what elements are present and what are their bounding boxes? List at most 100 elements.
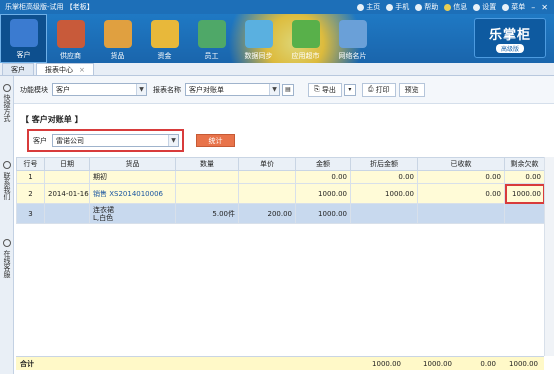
customer-icon xyxy=(9,19,38,47)
row-price xyxy=(238,183,296,204)
customer-select[interactable]: 雷诺公司 ▼ xyxy=(52,134,179,147)
top-nav: 主页 手机 帮助 信息 设置 菜单 – ✕ xyxy=(353,0,554,14)
row-date xyxy=(44,203,90,224)
app-title: 乐掌柜高级版-试用 【老板】 xyxy=(5,3,94,11)
export-button[interactable]: ⎘ 导出 xyxy=(308,82,342,97)
ribbon-supplier[interactable]: 供应商 xyxy=(47,14,94,63)
phone-icon xyxy=(386,3,394,11)
print-button[interactable]: ⎙ 打印 xyxy=(361,82,396,97)
row-date xyxy=(44,170,90,184)
row-date: 2014-01-16 xyxy=(44,183,90,204)
ribbon-goods[interactable]: 货品 xyxy=(94,14,141,63)
topnav-help[interactable]: 帮助 xyxy=(415,2,438,12)
message-icon xyxy=(444,3,452,11)
report-name-label: 报表名称 xyxy=(153,85,181,94)
row-paid: 0.00 xyxy=(417,170,505,184)
preview-button[interactable]: 预览 xyxy=(398,82,425,97)
report-name-select[interactable]: 客户对账单 ▼ xyxy=(185,83,280,96)
menu-icon xyxy=(502,3,510,11)
totals-label: 合计 xyxy=(20,359,34,368)
goods-icon xyxy=(103,20,132,48)
topnav-settings[interactable]: 设置 xyxy=(473,2,496,12)
table-header: 行号 日期 货品 数量 单价 金额 折后金额 已收款 剩余欠款 xyxy=(16,157,545,171)
help-icon xyxy=(415,3,423,11)
row-number: 3 xyxy=(16,203,45,224)
table-row-selected[interactable]: 3 连衣裙 L,白色 5.00件 200.00 1000.00 xyxy=(16,203,545,224)
col-header: 单价 xyxy=(238,157,296,171)
filter-icon[interactable]: ▤ xyxy=(282,83,294,96)
close-button[interactable]: ✕ xyxy=(541,3,548,12)
table-scrollbar[interactable] xyxy=(544,157,554,356)
col-header: 剩余欠款 xyxy=(504,157,545,171)
ribbon-sync[interactable]: 数据同步 xyxy=(235,14,282,63)
totals-row: 合计 1000.00 1000.00 0.00 1000.00 xyxy=(16,356,544,370)
chevron-down-icon: ▼ xyxy=(269,84,279,95)
topnav-menu[interactable]: 菜单 xyxy=(502,2,525,12)
supplier-icon xyxy=(56,20,85,48)
customer-filter: 客户 雷诺公司 ▼ xyxy=(27,129,184,152)
col-header: 折后金额 xyxy=(350,157,418,171)
table-row[interactable]: 1 期初 0.00 0.00 0.00 0.00 xyxy=(16,170,545,184)
sidebar-item-online-service[interactable]: 在线客服 xyxy=(2,250,12,278)
col-header: 货品 xyxy=(89,157,176,171)
row-goods: 期初 xyxy=(89,170,176,184)
ribbon: 客户 供应商 货品 资金 员工 数据同步 应用超市 网络名片 乐掌柜 高级版 xyxy=(0,14,554,63)
row-owed xyxy=(504,203,545,224)
row-price: 200.00 xyxy=(238,203,296,224)
section-title: 【 客户对账单 】 xyxy=(21,115,83,124)
totals-paid: 0.00 xyxy=(480,359,496,368)
row-paid xyxy=(417,203,505,224)
minimize-button[interactable]: – xyxy=(531,3,535,12)
row-discounted: 1000.00 xyxy=(350,183,418,204)
topnav-home[interactable]: 主页 xyxy=(357,2,380,12)
ribbon-staff[interactable]: 员工 xyxy=(188,14,235,63)
sync-icon xyxy=(244,20,273,48)
row-qty xyxy=(175,183,239,204)
sidebar-item-shortcuts[interactable]: 快捷方式 xyxy=(2,94,12,122)
row-discounted xyxy=(350,203,418,224)
money-icon xyxy=(150,20,179,48)
row-owed-highlighted: 1000.00 xyxy=(504,183,545,204)
module-select[interactable]: 客户 ▼ xyxy=(52,83,147,96)
close-tab-icon[interactable]: × xyxy=(79,66,85,74)
chevron-down-icon: ▼ xyxy=(136,84,146,95)
row-goods-link[interactable]: 销售 XS2014010006 xyxy=(89,183,176,204)
ribbon-money[interactable]: 资金 xyxy=(141,14,188,63)
row-paid: 0.00 xyxy=(417,183,505,204)
customer-label: 客户 xyxy=(33,137,47,145)
row-goods: 连衣裙 L,白色 xyxy=(89,203,176,224)
export-options-icon[interactable]: ▾ xyxy=(343,83,356,96)
headset-icon xyxy=(3,239,11,247)
sidebar-item-contact[interactable]: 联系我们 xyxy=(2,172,12,200)
home-icon xyxy=(357,3,365,11)
col-header: 数量 xyxy=(175,157,239,171)
row-number: 1 xyxy=(16,170,45,184)
ribbon-card[interactable]: 网络名片 xyxy=(329,14,376,63)
app-market-icon xyxy=(291,20,320,48)
shortcut-icon xyxy=(3,84,11,92)
col-header: 已收款 xyxy=(417,157,505,171)
totals-amount: 1000.00 xyxy=(372,359,401,368)
topnav-message[interactable]: 信息 xyxy=(444,2,467,12)
row-amount: 1000.00 xyxy=(295,203,351,224)
row-qty: 5.00件 xyxy=(175,203,239,224)
tab-bar: 客户 报表中心 × xyxy=(0,63,554,76)
ribbon-app-market[interactable]: 应用超市 xyxy=(282,14,329,63)
row-qty xyxy=(175,170,239,184)
staff-icon xyxy=(197,20,226,48)
table-row[interactable]: 2 2014-01-16 销售 XS2014010006 1000.00 100… xyxy=(16,183,545,204)
tab-customer[interactable]: 客户 xyxy=(2,63,34,75)
row-amount: 0.00 xyxy=(295,170,351,184)
brand-logo: 乐掌柜 高级版 xyxy=(474,18,546,58)
ribbon-customer[interactable]: 客户 xyxy=(0,14,47,63)
row-price xyxy=(238,170,296,184)
topnav-phone[interactable]: 手机 xyxy=(386,2,409,12)
row-discounted: 0.00 xyxy=(350,170,418,184)
left-sidebar: 快捷方式 联系我们 在线客服 xyxy=(0,76,14,374)
tab-report-center[interactable]: 报表中心 × xyxy=(36,63,94,75)
chevron-down-icon: ▼ xyxy=(168,135,178,146)
row-owed: 0.00 xyxy=(504,170,545,184)
totals-discounted: 1000.00 xyxy=(423,359,452,368)
totals-owed: 1000.00 xyxy=(509,359,538,368)
stat-button[interactable]: 统计 xyxy=(196,134,235,147)
